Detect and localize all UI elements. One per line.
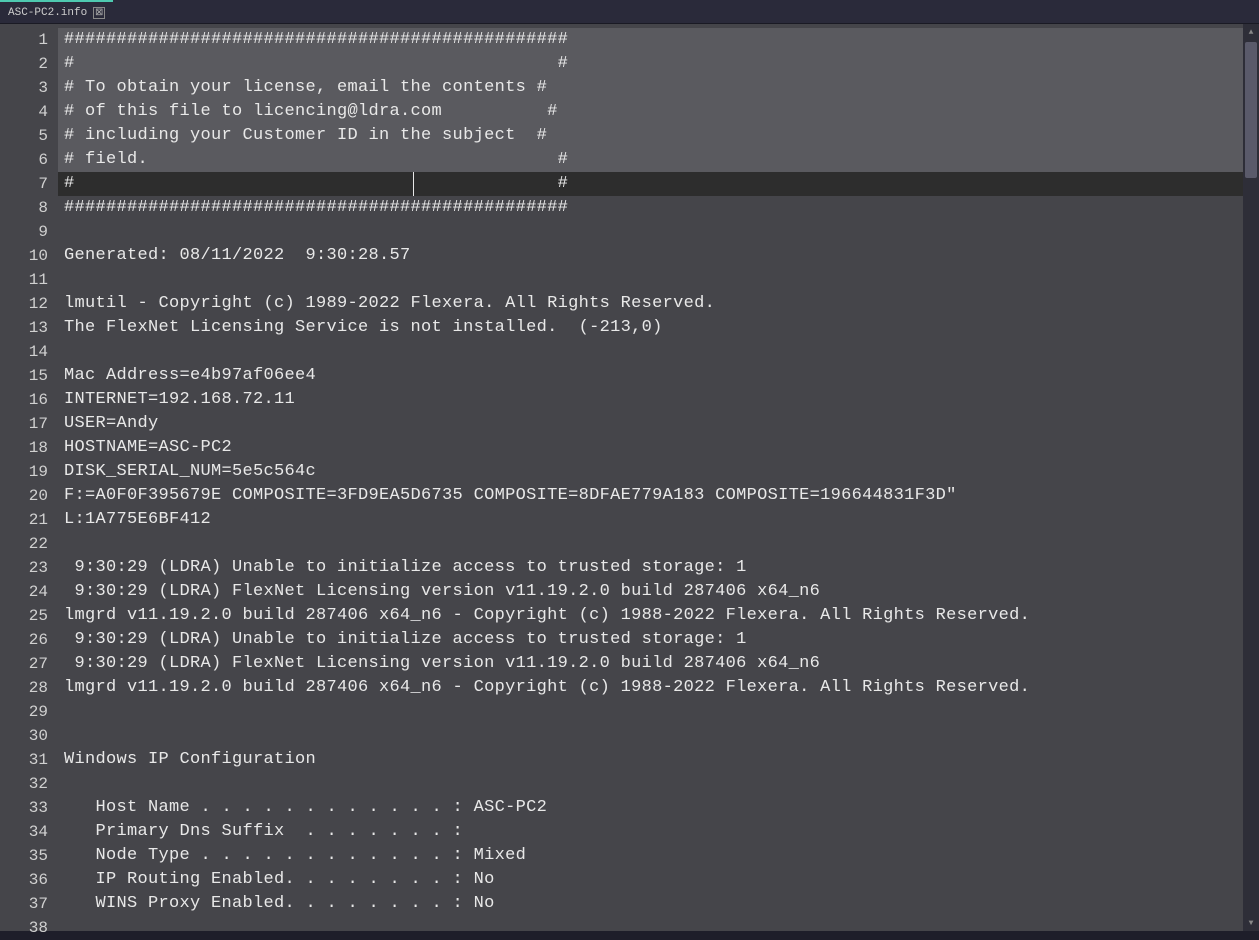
line-number: 1 bbox=[0, 28, 58, 52]
line-number: 18 bbox=[0, 436, 58, 460]
file-tab[interactable]: ASC-PC2.info ⊠ bbox=[0, 0, 113, 23]
line-number: 22 bbox=[0, 532, 58, 556]
code-line[interactable]: # # bbox=[58, 172, 1259, 196]
line-number: 17 bbox=[0, 412, 58, 436]
line-number: 7 bbox=[0, 172, 58, 196]
code-line[interactable] bbox=[58, 724, 1259, 748]
line-number-gutter: 1234567891011121314151617181920212223242… bbox=[0, 24, 58, 931]
tab-bar: ASC-PC2.info ⊠ bbox=[0, 0, 1259, 24]
code-line[interactable]: F:=A0F0F395679E COMPOSITE=3FD9EA5D6735 C… bbox=[58, 484, 1259, 508]
line-number: 23 bbox=[0, 556, 58, 580]
line-number: 10 bbox=[0, 244, 58, 268]
line-number: 28 bbox=[0, 676, 58, 700]
line-number: 27 bbox=[0, 652, 58, 676]
code-line[interactable] bbox=[58, 700, 1259, 724]
line-number: 19 bbox=[0, 460, 58, 484]
line-number: 36 bbox=[0, 868, 58, 892]
line-number: 24 bbox=[0, 580, 58, 604]
code-line[interactable]: lmgrd v11.19.2.0 build 287406 x64_n6 - C… bbox=[58, 676, 1259, 700]
line-number: 11 bbox=[0, 268, 58, 292]
code-line[interactable]: Node Type . . . . . . . . . . . . : Mixe… bbox=[58, 844, 1259, 868]
code-line[interactable]: # including your Customer ID in the subj… bbox=[58, 124, 1259, 148]
code-line[interactable]: lmgrd v11.19.2.0 build 287406 x64_n6 - C… bbox=[58, 604, 1259, 628]
code-line[interactable]: ########################################… bbox=[58, 196, 1259, 220]
code-line[interactable]: Windows IP Configuration bbox=[58, 748, 1259, 772]
line-number: 29 bbox=[0, 700, 58, 724]
code-line[interactable]: Mac Address=e4b97af06ee4 bbox=[58, 364, 1259, 388]
code-line[interactable]: 9:30:29 (LDRA) Unable to initialize acce… bbox=[58, 628, 1259, 652]
code-line[interactable]: Generated: 08/11/2022 9:30:28.57 bbox=[58, 244, 1259, 268]
line-number: 3 bbox=[0, 76, 58, 100]
code-line[interactable]: # To obtain your license, email the cont… bbox=[58, 76, 1259, 100]
code-line[interactable]: USER=Andy bbox=[58, 412, 1259, 436]
code-line[interactable]: IP Routing Enabled. . . . . . . . : No bbox=[58, 868, 1259, 892]
code-line[interactable] bbox=[58, 772, 1259, 796]
tab-filename: ASC-PC2.info bbox=[8, 7, 87, 19]
code-line[interactable]: DISK_SERIAL_NUM=5e5c564c bbox=[58, 460, 1259, 484]
code-line[interactable]: Primary Dns Suffix . . . . . . . : bbox=[58, 820, 1259, 844]
code-line[interactable]: 9:30:29 (LDRA) FlexNet Licensing version… bbox=[58, 652, 1259, 676]
line-number: 30 bbox=[0, 724, 58, 748]
code-line[interactable]: # field. # bbox=[58, 148, 1259, 172]
line-number: 8 bbox=[0, 196, 58, 220]
code-line[interactable]: Host Name . . . . . . . . . . . . : ASC-… bbox=[58, 796, 1259, 820]
line-number: 21 bbox=[0, 508, 58, 532]
code-area[interactable]: ########################################… bbox=[58, 24, 1259, 931]
line-number: 12 bbox=[0, 292, 58, 316]
line-number: 34 bbox=[0, 820, 58, 844]
editor[interactable]: 1234567891011121314151617181920212223242… bbox=[0, 24, 1259, 931]
line-number: 33 bbox=[0, 796, 58, 820]
code-line[interactable]: The FlexNet Licensing Service is not ins… bbox=[58, 316, 1259, 340]
line-number: 20 bbox=[0, 484, 58, 508]
line-number: 38 bbox=[0, 916, 58, 940]
code-line[interactable]: 9:30:29 (LDRA) Unable to initialize acce… bbox=[58, 556, 1259, 580]
code-line[interactable] bbox=[58, 340, 1259, 364]
code-line[interactable]: INTERNET=192.168.72.11 bbox=[58, 388, 1259, 412]
code-line[interactable]: WINS Proxy Enabled. . . . . . . . : No bbox=[58, 892, 1259, 916]
line-number: 32 bbox=[0, 772, 58, 796]
code-line[interactable]: # of this file to licencing@ldra.com # bbox=[58, 100, 1259, 124]
line-number: 15 bbox=[0, 364, 58, 388]
line-number: 35 bbox=[0, 844, 58, 868]
code-line[interactable]: # # bbox=[58, 52, 1259, 76]
line-number: 13 bbox=[0, 316, 58, 340]
code-line[interactable]: 9:30:29 (LDRA) FlexNet Licensing version… bbox=[58, 580, 1259, 604]
line-number: 26 bbox=[0, 628, 58, 652]
line-number: 14 bbox=[0, 340, 58, 364]
code-line[interactable]: HOSTNAME=ASC-PC2 bbox=[58, 436, 1259, 460]
code-line[interactable] bbox=[58, 268, 1259, 292]
code-line[interactable]: ########################################… bbox=[58, 28, 1259, 52]
line-number: 25 bbox=[0, 604, 58, 628]
code-line[interactable] bbox=[58, 532, 1259, 556]
line-number: 2 bbox=[0, 52, 58, 76]
code-line[interactable]: lmutil - Copyright (c) 1989-2022 Flexera… bbox=[58, 292, 1259, 316]
line-number: 4 bbox=[0, 100, 58, 124]
code-line[interactable] bbox=[58, 220, 1259, 244]
code-line[interactable]: L:1A775E6BF412 bbox=[58, 508, 1259, 532]
text-caret bbox=[413, 172, 414, 196]
line-number: 6 bbox=[0, 148, 58, 172]
code-line[interactable] bbox=[58, 916, 1259, 926]
line-number: 16 bbox=[0, 388, 58, 412]
line-number: 9 bbox=[0, 220, 58, 244]
line-number: 31 bbox=[0, 748, 58, 772]
line-number: 37 bbox=[0, 892, 58, 916]
line-number: 5 bbox=[0, 124, 58, 148]
close-icon[interactable]: ⊠ bbox=[93, 7, 105, 19]
